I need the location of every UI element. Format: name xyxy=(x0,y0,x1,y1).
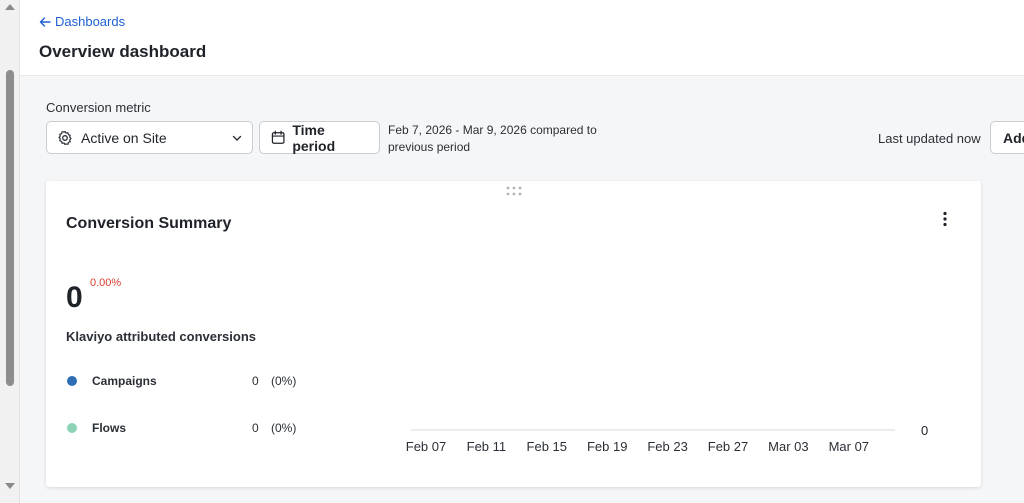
campaigns-dot xyxy=(67,376,77,386)
x-tick-label: Feb 15 xyxy=(527,439,567,454)
back-to-dashboards-link[interactable]: Dashboards xyxy=(39,14,125,29)
conversion-chart: Feb 07 Feb 11 Feb 15 Feb 19 Feb 23 Feb 27 Mar … xyxy=(406,423,928,454)
legend-item-flows: Flows 0 (0%) xyxy=(66,420,306,436)
time-period-button[interactable]: Time period xyxy=(259,121,380,154)
y-tick-label: 0 xyxy=(921,423,928,438)
conversion-metric-label: Conversion metric xyxy=(46,100,151,115)
chevron-down-icon xyxy=(232,135,242,141)
metric-select-value: Active on Site xyxy=(81,129,167,146)
gear-icon xyxy=(58,130,72,145)
legend-percent: (0%) xyxy=(271,421,297,435)
legend-percent: (0%) xyxy=(271,374,297,388)
card-title: Conversion Summary xyxy=(66,215,232,232)
x-tick-label: Feb 07 xyxy=(406,439,446,454)
arrow-left-icon xyxy=(39,16,51,27)
scroll-thumb[interactable] xyxy=(6,70,14,386)
x-tick-label: Mar 03 xyxy=(768,439,808,454)
x-tick-label: Mar 07 xyxy=(829,439,869,454)
legend-item-campaigns: Campaigns 0 (0%) xyxy=(66,373,306,389)
x-tick-label: Feb 11 xyxy=(467,439,507,454)
legend-count: 0 xyxy=(252,374,259,388)
conversion-total-value: 0 xyxy=(66,281,83,314)
x-tick-label: Feb 19 xyxy=(587,439,627,454)
conversion-change-percent: 0.00% xyxy=(90,277,122,289)
time-period-label: Time period xyxy=(292,121,336,154)
page-header: Dashboards Overview dashboard xyxy=(20,0,1024,76)
more-options-icon[interactable] xyxy=(940,211,950,227)
scroll-down-icon[interactable] xyxy=(5,483,15,489)
last-updated-text: Last updated now xyxy=(878,131,981,146)
calendar-icon xyxy=(271,130,285,144)
legend-count: 0 xyxy=(252,421,259,435)
x-tick-label: Feb 23 xyxy=(647,439,687,454)
date-range-text: Feb 7, 2026 - Mar 9, 2026 compared to pr… xyxy=(388,123,597,154)
conversion-summary-card: Conversion Summary 0 0.00% Klaviyo attri… xyxy=(46,181,981,487)
back-link-label: Dashboards xyxy=(55,14,126,29)
card-subtitle: Klaviyo attributed conversions xyxy=(66,329,256,344)
scroll-up-icon[interactable] xyxy=(5,4,15,10)
add-button[interactable]: Add xyxy=(990,121,1024,154)
page-title: Overview dashboard xyxy=(39,42,207,61)
left-scrollbar[interactable] xyxy=(0,0,20,503)
x-tick-label: Feb 27 xyxy=(708,439,748,454)
legend-name: Campaigns xyxy=(92,374,157,388)
flows-dot xyxy=(67,423,77,433)
conversion-metric-select[interactable]: Active on Site xyxy=(46,121,253,154)
drag-handle-icon[interactable] xyxy=(506,186,522,196)
legend-name: Flows xyxy=(92,421,127,435)
